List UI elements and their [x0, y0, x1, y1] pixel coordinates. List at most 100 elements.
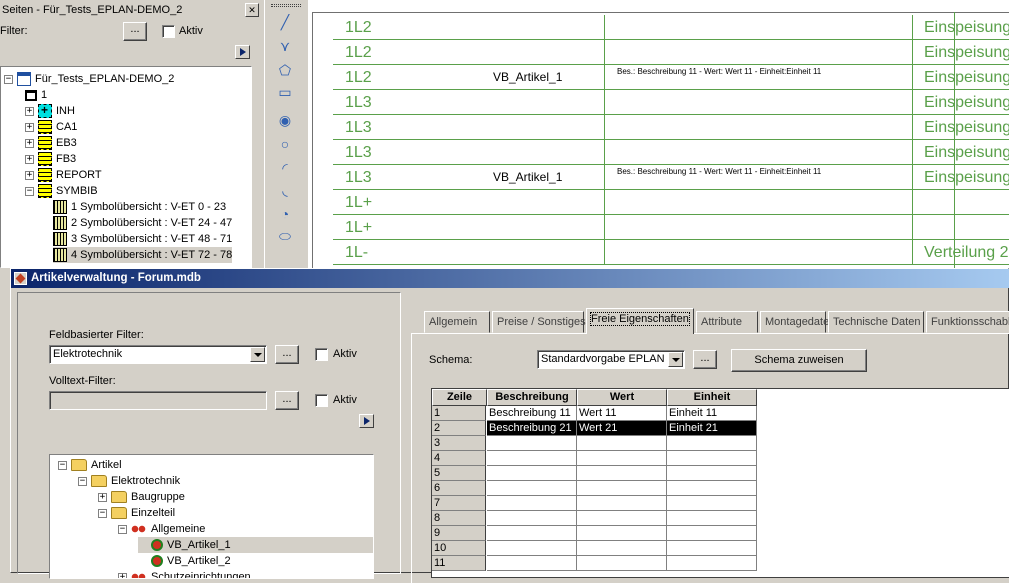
- fulltext-filter-browse-button[interactable]: ...: [275, 391, 299, 410]
- grid-row-number[interactable]: 9: [432, 526, 486, 541]
- grid-row-number[interactable]: 2: [432, 421, 486, 436]
- article-tree-item[interactable]: − Elektrotechnik: [78, 473, 180, 489]
- article-tree-item[interactable]: − Artikel: [58, 457, 122, 473]
- expand-icon[interactable]: +: [25, 154, 34, 164]
- collapse-icon[interactable]: −: [58, 460, 67, 470]
- apply-fulltext-filter-button[interactable]: [359, 414, 374, 428]
- chevron-down-icon[interactable]: [668, 352, 683, 367]
- tab-funktionsschablonen[interactable]: Funktionsschablonen: [926, 311, 1009, 333]
- grid-cell-value[interactable]: [577, 436, 667, 451]
- field-filter-aktiv-checkbox[interactable]: [315, 348, 328, 361]
- grid-cell-unit[interactable]: [667, 466, 757, 481]
- pages-tree-item[interactable]: 2 Symbolübersicht : V-ET 24 - 47: [53, 215, 232, 231]
- schematic-row[interactable]: 1L2 Einspeisung: [333, 15, 1009, 40]
- field-filter-select[interactable]: Elektrotechnik: [49, 345, 267, 364]
- grid-header[interactable]: Einheit: [667, 389, 757, 406]
- grid-row-number[interactable]: 11: [432, 556, 486, 571]
- field-filter-browse-button[interactable]: ...: [275, 345, 299, 364]
- grid-cell-desc[interactable]: Beschreibung 21: [487, 421, 577, 436]
- chevron-down-icon[interactable]: [250, 347, 265, 362]
- arc-3pt-tool-icon[interactable]: ◟: [275, 180, 295, 200]
- grid-row-number[interactable]: 3: [432, 436, 486, 451]
- grid-row-number[interactable]: 6: [432, 481, 486, 496]
- schematic-row[interactable]: 1L3 Einspeisung: [333, 90, 1009, 115]
- grid-cell-value[interactable]: Wert 11: [577, 406, 667, 421]
- schematic-row[interactable]: 1L3 Einspeisung: [333, 140, 1009, 165]
- expand-icon[interactable]: +: [25, 106, 34, 116]
- grid-row-number[interactable]: 1: [432, 406, 486, 421]
- expand-icon[interactable]: +: [98, 492, 107, 502]
- polyline-tool-icon[interactable]: ⋎: [275, 36, 295, 56]
- grid-cell-unit[interactable]: [667, 541, 757, 556]
- rectangle-tool-icon[interactable]: ▭: [275, 82, 295, 102]
- expand-icon[interactable]: +: [25, 138, 34, 148]
- schema-select[interactable]: Standardvorgabe EPLAN: [537, 350, 685, 369]
- article-tree-item[interactable]: − Allgemeine: [118, 521, 205, 537]
- collapse-icon[interactable]: −: [98, 508, 107, 518]
- grid-cell-desc[interactable]: [487, 526, 577, 541]
- grid-cell-value[interactable]: [577, 541, 667, 556]
- collapse-icon[interactable]: −: [25, 186, 34, 196]
- pages-tree-item[interactable]: + REPORT: [25, 167, 102, 183]
- schematic-row[interactable]: 1L3 Einspeisung: [333, 115, 1009, 140]
- grid-row-number[interactable]: 8: [432, 511, 486, 526]
- apply-filter-button[interactable]: [235, 45, 250, 59]
- arc-tool-icon[interactable]: ◜: [275, 158, 295, 178]
- grid-cell-unit[interactable]: [667, 451, 757, 466]
- grid-cell-desc[interactable]: [487, 481, 577, 496]
- line-tool-icon[interactable]: ╱: [275, 12, 295, 32]
- grid-row-number[interactable]: 5: [432, 466, 486, 481]
- pages-tree-item[interactable]: + FB3: [25, 151, 76, 167]
- pages-tree-item[interactable]: 3 Symbolübersicht : V-ET 48 - 71: [53, 231, 232, 247]
- schematic-row[interactable]: 1L3 VB_Artikel_1 Bes.: Beschreibung 11 - W…: [333, 165, 1009, 190]
- close-icon[interactable]: ✕: [245, 3, 259, 17]
- pages-tree-item[interactable]: 1: [25, 87, 47, 103]
- tab-preise-sonstiges[interactable]: Preise / Sonstiges: [492, 311, 586, 333]
- tab-freie-eigenschaften[interactable]: Freie Eigenschaften: [586, 308, 694, 334]
- filter-browse-button[interactable]: ...: [123, 22, 147, 41]
- grid-cell-value[interactable]: [577, 466, 667, 481]
- article-tree-item[interactable]: VB_Artikel_2: [138, 553, 231, 569]
- grid-header[interactable]: Wert: [577, 389, 667, 406]
- grid-row-number[interactable]: 10: [432, 541, 486, 556]
- grid-header[interactable]: Zeile: [432, 389, 487, 406]
- grid-cell-unit[interactable]: [667, 526, 757, 541]
- pages-tree-item[interactable]: + EB3: [25, 135, 77, 151]
- grid-cell-unit[interactable]: Einheit 11: [667, 406, 757, 421]
- grid-cell-value[interactable]: [577, 451, 667, 466]
- article-tree-item[interactable]: VB_Artikel_1: [138, 537, 373, 553]
- circle-center-tool-icon[interactable]: ◉: [275, 110, 295, 130]
- schema-browse-button[interactable]: ...: [693, 350, 717, 369]
- circle-tool-icon[interactable]: ○: [275, 134, 295, 154]
- dialog-titlebar[interactable]: Artikelverwaltung - Forum.mdb: [11, 269, 1009, 288]
- grid-cell-unit[interactable]: [667, 496, 757, 511]
- schematic-row[interactable]: 1L2 VB_Artikel_1 Bes.: Beschreibung 11 - W…: [333, 65, 1009, 90]
- schematic-row[interactable]: 1L- Verteilung 2: [333, 240, 1009, 265]
- article-tree-item[interactable]: + Baugruppe: [98, 489, 185, 505]
- pages-tree-item[interactable]: + INH: [25, 102, 75, 119]
- expand-icon[interactable]: +: [25, 170, 34, 180]
- pages-tree-item[interactable]: 1 Symbolübersicht : V-ET 0 - 23: [53, 199, 226, 215]
- pages-tree-item[interactable]: + CA1: [25, 119, 77, 135]
- grid-cell-value[interactable]: [577, 526, 667, 541]
- expand-icon[interactable]: +: [25, 122, 34, 132]
- polygon-tool-icon[interactable]: ⬠: [275, 60, 295, 80]
- grid-cell-unit[interactable]: [667, 556, 757, 571]
- grid-cell-desc[interactable]: [487, 496, 577, 511]
- fulltext-filter-aktiv-checkbox[interactable]: [315, 394, 328, 407]
- grid-row-number[interactable]: 4: [432, 451, 486, 466]
- grid-cell-unit[interactable]: [667, 481, 757, 496]
- filter-aktiv-checkbox[interactable]: [162, 25, 175, 38]
- collapse-icon[interactable]: −: [78, 476, 87, 486]
- pages-tree-item[interactable]: − Für_Tests_EPLAN-DEMO_2: [4, 71, 174, 87]
- collapse-icon[interactable]: −: [4, 74, 13, 84]
- grid-row-number[interactable]: 7: [432, 496, 486, 511]
- grid-cell-value[interactable]: [577, 556, 667, 571]
- pie-tool-icon[interactable]: ◔: [275, 204, 295, 224]
- grid-cell-desc[interactable]: Beschreibung 11: [487, 406, 577, 421]
- pages-tree-item[interactable]: 4 Symbolübersicht : V-ET 72 - 78: [53, 247, 233, 263]
- grid-cell-desc[interactable]: [487, 511, 577, 526]
- grid-cell-value[interactable]: [577, 481, 667, 496]
- ellipse-tool-icon[interactable]: ⬭: [275, 226, 295, 246]
- grid-cell-value[interactable]: [577, 496, 667, 511]
